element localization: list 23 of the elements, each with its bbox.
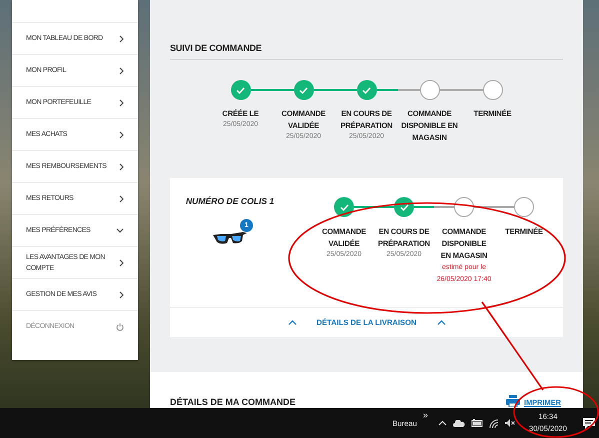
sunglasses-icon: [213, 232, 247, 246]
chevron-right-icon: [119, 258, 124, 266]
speaker-muted-icon[interactable]: [504, 419, 515, 427]
battery-icon[interactable]: [470, 419, 483, 427]
caret-up-icon: [288, 320, 296, 325]
notification-icon[interactable]: [583, 418, 595, 428]
chevron-down-icon: [116, 228, 124, 233]
section-title: SUIVI DE COMMANDE: [170, 0, 563, 60]
chevron-right-icon: [119, 290, 124, 298]
chevron-right-icon: [119, 98, 124, 106]
chevron-right-icon: [119, 130, 124, 138]
chevron-right-icon: [119, 162, 124, 170]
caret-up-icon[interactable]: [438, 420, 447, 426]
wifi-icon[interactable]: [488, 418, 499, 428]
cloud-icon[interactable]: [452, 420, 465, 426]
package-title: NUMÉRO DE COLIS 1: [186, 196, 274, 206]
power-icon: [116, 322, 124, 330]
chevron-right-icon: [119, 66, 124, 74]
toolbar-overflow[interactable]: »: [422, 410, 428, 420]
section-title: DÉTAILS DE MA COMMANDE: [170, 397, 296, 407]
chevron-right-icon: [119, 34, 124, 42]
chevron-right-icon: [119, 194, 124, 202]
caret-up-icon: [436, 320, 446, 325]
